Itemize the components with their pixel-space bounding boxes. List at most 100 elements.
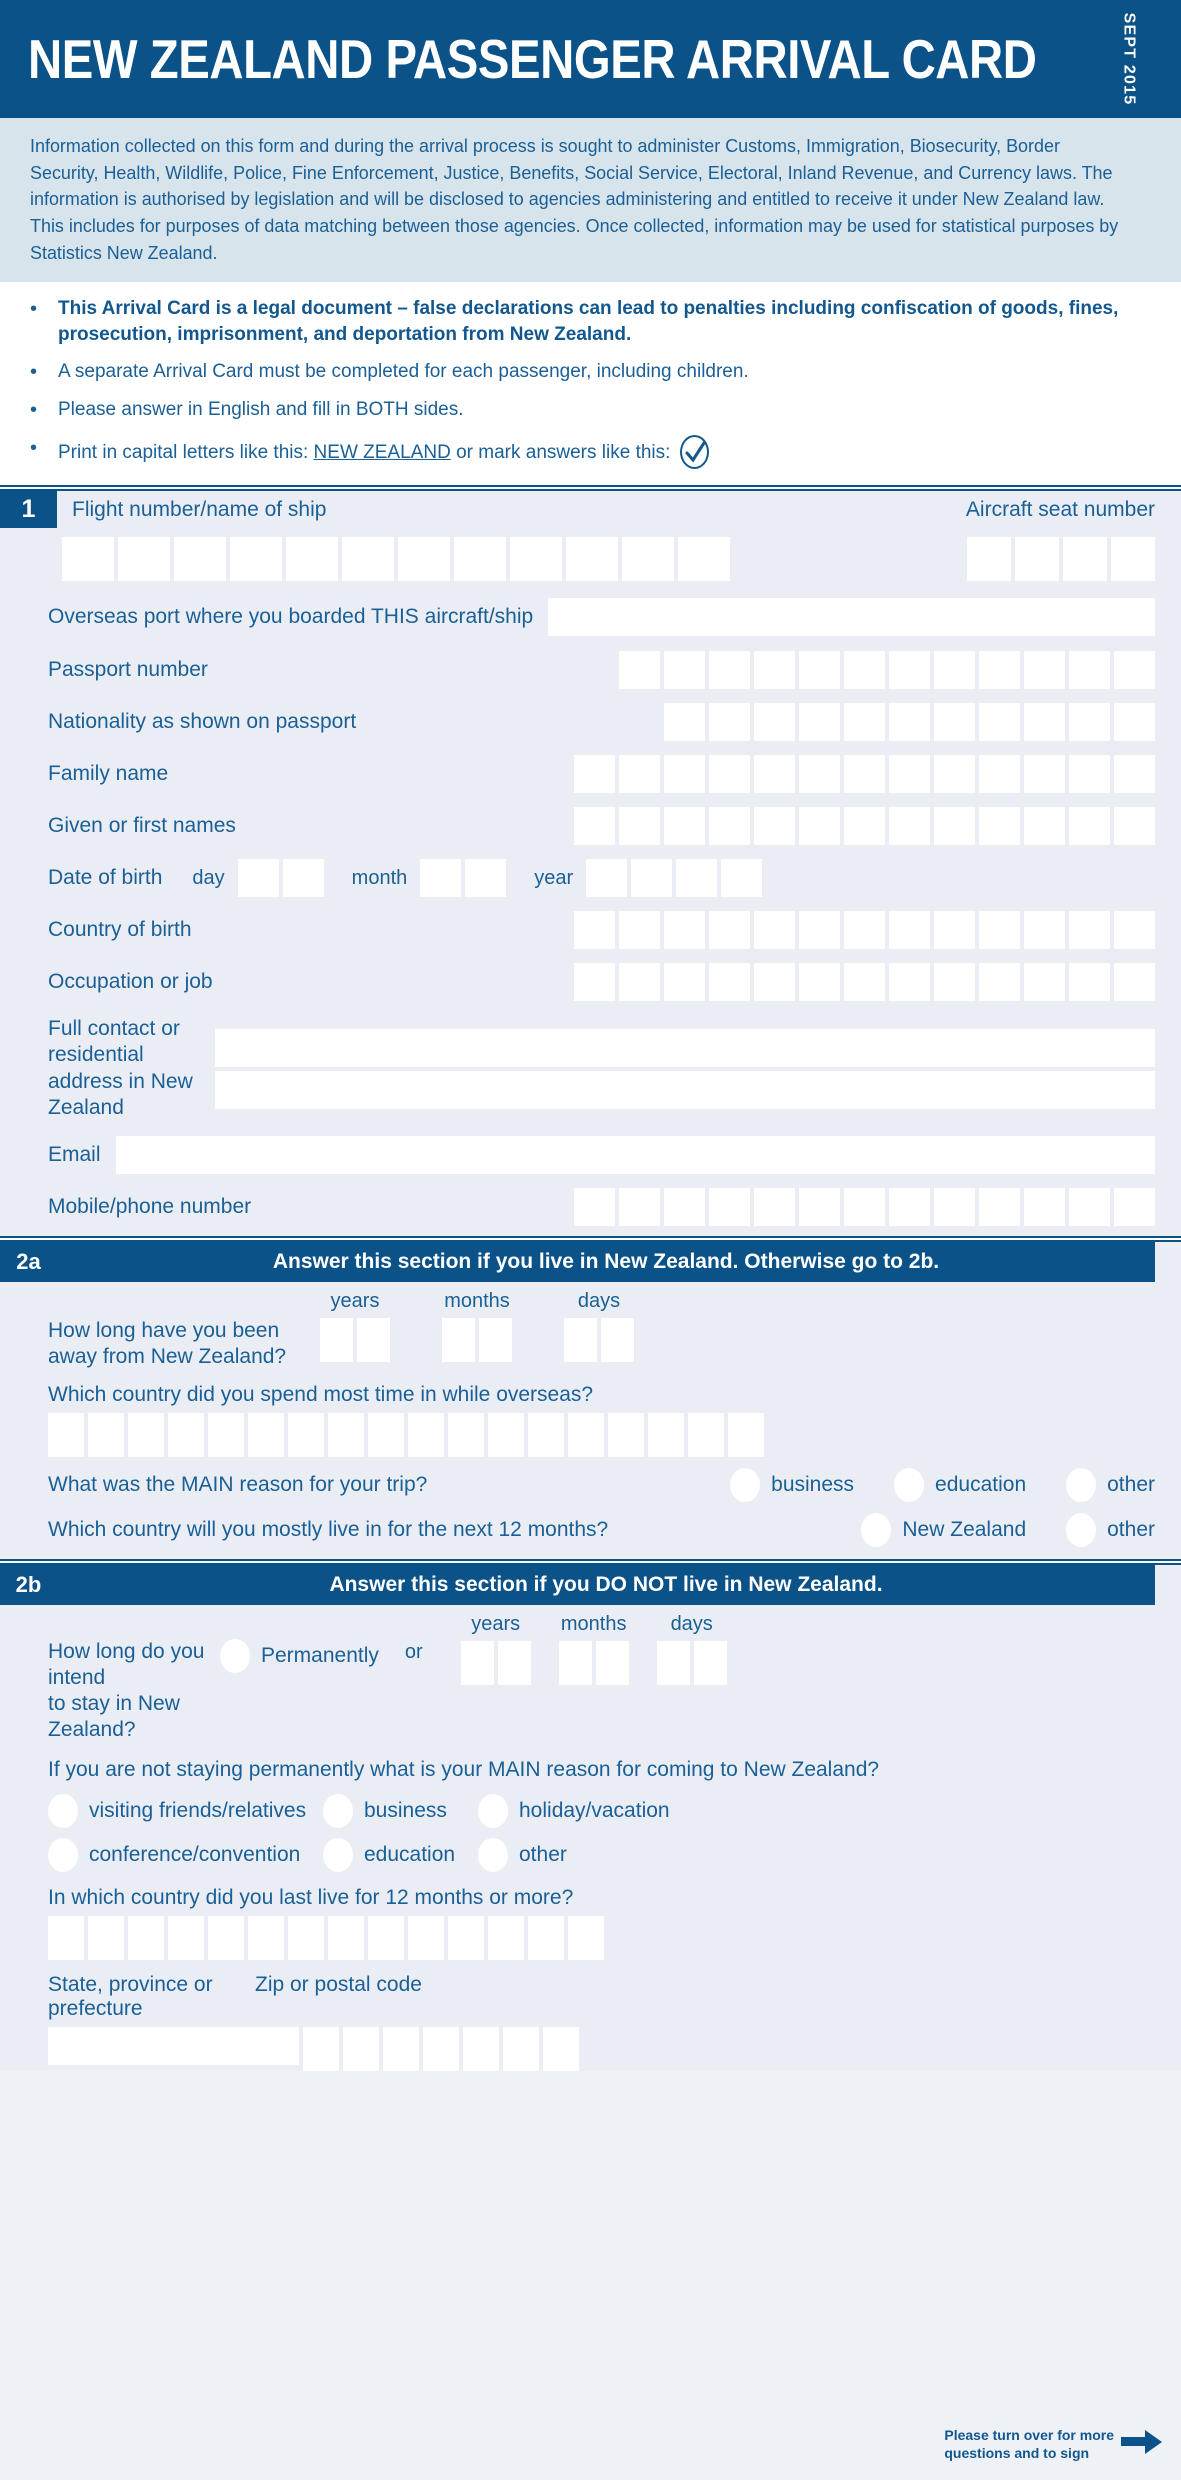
- radio-oval[interactable]: [478, 1793, 508, 1828]
- character-box[interactable]: [1069, 1188, 1110, 1227]
- character-box[interactable]: [1111, 537, 1155, 582]
- character-box[interactable]: [754, 755, 795, 794]
- character-box[interactable]: [454, 537, 506, 582]
- email-input[interactable]: [115, 1136, 1155, 1175]
- option-visiting-friends-relatives[interactable]: visiting friends/relatives: [48, 1793, 323, 1828]
- character-box[interactable]: [693, 1640, 727, 1685]
- character-box[interactable]: [568, 1915, 604, 1960]
- character-box[interactable]: [601, 1318, 634, 1363]
- character-box[interactable]: [934, 963, 975, 1002]
- character-box[interactable]: [408, 1412, 444, 1457]
- character-box[interactable]: [586, 859, 628, 898]
- character-box[interactable]: [357, 1318, 390, 1363]
- character-box[interactable]: [608, 1412, 644, 1457]
- character-box[interactable]: [248, 1412, 284, 1457]
- country-of-birth-input[interactable]: [574, 911, 1155, 950]
- character-box[interactable]: [1024, 1188, 1065, 1227]
- character-box[interactable]: [208, 1915, 244, 1960]
- passport-number-input[interactable]: [619, 651, 1155, 690]
- character-box[interactable]: [754, 807, 795, 846]
- character-box[interactable]: [1015, 537, 1059, 582]
- time-away-days-input[interactable]: [564, 1318, 634, 1363]
- character-box[interactable]: [465, 859, 507, 898]
- family-name-input[interactable]: [574, 755, 1155, 794]
- character-box[interactable]: [342, 537, 394, 582]
- character-box[interactable]: [528, 1915, 564, 1960]
- character-box[interactable]: [709, 911, 750, 950]
- character-box[interactable]: [799, 963, 840, 1002]
- character-box[interactable]: [574, 1188, 615, 1227]
- character-box[interactable]: [754, 963, 795, 1002]
- character-box[interactable]: [754, 651, 795, 690]
- last-lived-country-input[interactable]: [48, 1915, 1155, 1960]
- character-box[interactable]: [1114, 911, 1155, 950]
- character-box[interactable]: [1063, 537, 1107, 582]
- character-box[interactable]: [889, 911, 930, 950]
- character-box[interactable]: [568, 1412, 604, 1457]
- character-box[interactable]: [303, 2026, 339, 2071]
- character-box[interactable]: [721, 859, 763, 898]
- zip-input[interactable]: [303, 2026, 579, 2071]
- character-box[interactable]: [1069, 911, 1110, 950]
- character-box[interactable]: [676, 859, 718, 898]
- character-box[interactable]: [619, 651, 660, 690]
- character-box[interactable]: [934, 703, 975, 742]
- character-box[interactable]: [1114, 1188, 1155, 1227]
- character-box[interactable]: [1069, 963, 1110, 1002]
- character-box[interactable]: [844, 963, 885, 1002]
- character-box[interactable]: [619, 807, 660, 846]
- option-business[interactable]: business: [323, 1793, 478, 1828]
- character-box[interactable]: [574, 807, 615, 846]
- character-box[interactable]: [1024, 651, 1065, 690]
- character-box[interactable]: [448, 1915, 484, 1960]
- character-box[interactable]: [709, 963, 750, 1002]
- character-box[interactable]: [1114, 807, 1155, 846]
- character-box[interactable]: [1024, 703, 1065, 742]
- radio-oval[interactable]: [323, 1837, 353, 1872]
- character-box[interactable]: [728, 1412, 764, 1457]
- character-box[interactable]: [574, 755, 615, 794]
- character-box[interactable]: [558, 1640, 592, 1685]
- character-box[interactable]: [619, 755, 660, 794]
- character-box[interactable]: [656, 1640, 690, 1685]
- character-box[interactable]: [664, 755, 705, 794]
- character-box[interactable]: [574, 963, 615, 1002]
- character-box[interactable]: [343, 2026, 379, 2071]
- character-box[interactable]: [889, 807, 930, 846]
- character-box[interactable]: [448, 1412, 484, 1457]
- radio-oval[interactable]: [894, 1467, 925, 1502]
- dob-year-input[interactable]: [586, 859, 763, 898]
- character-box[interactable]: [168, 1915, 204, 1960]
- overseas-country-input[interactable]: [48, 1412, 1155, 1457]
- character-box[interactable]: [664, 807, 705, 846]
- option-other[interactable]: other: [478, 1837, 778, 1872]
- character-box[interactable]: [118, 537, 170, 582]
- character-box[interactable]: [479, 1318, 512, 1363]
- character-box[interactable]: [488, 1412, 524, 1457]
- character-box[interactable]: [288, 1915, 324, 1960]
- overseas-port-input[interactable]: [548, 598, 1155, 637]
- character-box[interactable]: [543, 2026, 579, 2071]
- character-box[interactable]: [488, 1915, 524, 1960]
- character-box[interactable]: [398, 537, 450, 582]
- character-box[interactable]: [799, 651, 840, 690]
- character-box[interactable]: [408, 1915, 444, 1960]
- given-names-input[interactable]: [574, 807, 1155, 846]
- character-box[interactable]: [574, 911, 615, 950]
- character-box[interactable]: [934, 755, 975, 794]
- character-box[interactable]: [934, 651, 975, 690]
- character-box[interactable]: [678, 537, 730, 582]
- character-box[interactable]: [237, 859, 279, 898]
- character-box[interactable]: [1024, 807, 1065, 846]
- character-box[interactable]: [889, 1188, 930, 1227]
- option-business[interactable]: business: [730, 1467, 854, 1502]
- address-input-line1[interactable]: [215, 1028, 1155, 1067]
- character-box[interactable]: [288, 1412, 324, 1457]
- character-box[interactable]: [48, 1412, 84, 1457]
- stay-months-input[interactable]: [558, 1640, 629, 1685]
- option-conference-convention[interactable]: conference/convention: [48, 1837, 323, 1872]
- radio-oval[interactable]: [1066, 1467, 1097, 1502]
- character-box[interactable]: [230, 537, 282, 582]
- character-box[interactable]: [844, 807, 885, 846]
- character-box[interactable]: [844, 703, 885, 742]
